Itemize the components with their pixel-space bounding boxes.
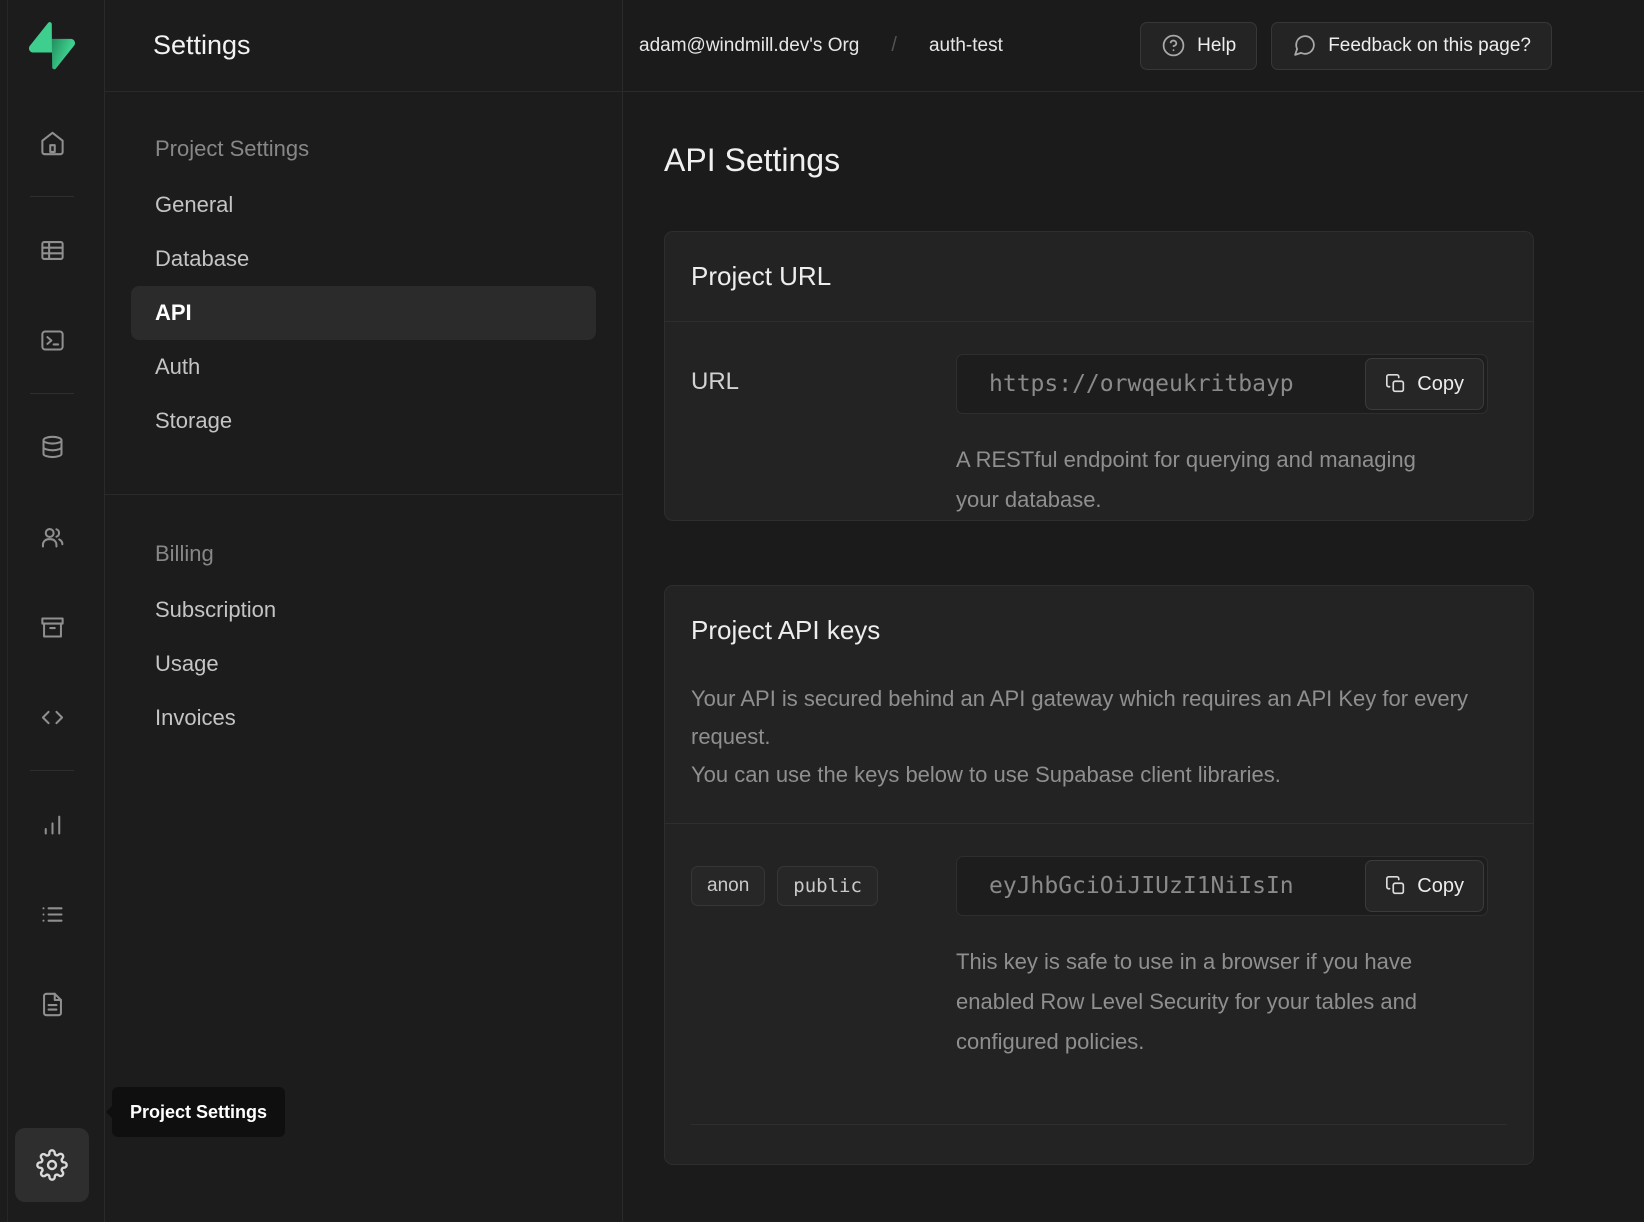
api-settings-content: API Settings Project URL URL https://orw… xyxy=(623,92,1644,1165)
project-settings-tooltip: Project Settings xyxy=(112,1087,285,1137)
anon-key-row: anon public eyJhbGciOiJIUzI1NiIsIn Copy xyxy=(691,856,1507,1124)
rail-divider xyxy=(30,196,74,197)
feedback-button[interactable]: Feedback on this page? xyxy=(1271,22,1552,70)
settings-nav: Project Settings General Database API Au… xyxy=(105,92,622,745)
nav-item-auth[interactable]: Auth xyxy=(131,340,596,394)
sidebar-sql-editor-button[interactable] xyxy=(29,317,75,363)
anon-key-input-wrap: eyJhbGciOiJIUzI1NiIsIn Copy xyxy=(956,856,1488,916)
sidebar-edge-functions-button[interactable] xyxy=(29,694,75,740)
sidebar-database-button[interactable] xyxy=(29,424,75,470)
main-header: adam@windmill.dev's Org / auth-test Help… xyxy=(623,0,1644,92)
supabase-logo[interactable] xyxy=(29,22,75,70)
project-api-keys-card: Project API keys Your API is secured beh… xyxy=(664,585,1534,1165)
project-url-card-title: Project URL xyxy=(691,261,1507,292)
rail-divider xyxy=(30,770,74,771)
reports-icon xyxy=(39,811,66,838)
breadcrumb-separator: / xyxy=(891,34,897,57)
copy-url-label: Copy xyxy=(1417,373,1464,396)
tooltip-label: Project Settings xyxy=(130,1102,267,1123)
supabase-bolt-icon xyxy=(29,22,75,70)
copy-url-button[interactable]: Copy xyxy=(1365,358,1484,410)
table-editor-icon xyxy=(39,237,66,264)
public-badge: public xyxy=(777,866,878,906)
project-url-card-body: URL https://orwqeukritbayp Copy A RESTfu… xyxy=(665,322,1533,520)
sql-editor-icon xyxy=(39,327,66,354)
nav-item-api[interactable]: API xyxy=(131,286,596,340)
sidebar-project-settings-button[interactable] xyxy=(15,1128,89,1202)
sidebar-storage-button[interactable] xyxy=(29,604,75,650)
breadcrumb: adam@windmill.dev's Org / auth-test xyxy=(639,34,1003,57)
logs-icon xyxy=(39,901,66,928)
settings-panel-header: Settings xyxy=(105,0,622,92)
help-circle-icon xyxy=(1161,33,1186,58)
nav-item-storage[interactable]: Storage xyxy=(131,394,596,448)
sidebar-reports-button[interactable] xyxy=(29,801,75,847)
nav-item-invoices[interactable]: Invoices xyxy=(131,691,596,745)
url-input-wrap: https://orwqeukritbayp Copy xyxy=(956,354,1488,414)
breadcrumb-project[interactable]: auth-test xyxy=(929,35,1003,57)
url-description: A RESTful endpoint for querying and mana… xyxy=(956,440,1426,520)
breadcrumb-org[interactable]: adam@windmill.dev's Org xyxy=(639,35,859,57)
settings-gear-icon xyxy=(36,1149,68,1181)
anon-key-badges: anon public xyxy=(691,856,956,906)
nav-section-header: Project Settings xyxy=(131,136,596,162)
sidebar-api-docs-button[interactable] xyxy=(29,981,75,1027)
copy-anon-key-button[interactable]: Copy xyxy=(1365,860,1484,912)
settings-panel-title: Settings xyxy=(153,30,251,61)
help-button-label: Help xyxy=(1197,35,1236,57)
project-url-card-header: Project URL xyxy=(665,232,1533,322)
message-bubble-icon xyxy=(1292,33,1317,58)
auth-users-icon xyxy=(39,524,66,551)
sidebar-home-button[interactable] xyxy=(29,120,75,166)
api-keys-card-header: Project API keys Your API is secured beh… xyxy=(665,586,1533,824)
project-url-card: Project URL URL https://orwqeukritbayp C… xyxy=(664,231,1534,521)
url-row-value: https://orwqeukritbayp Copy A RESTful en… xyxy=(956,354,1488,520)
sidebar-table-editor-button[interactable] xyxy=(29,227,75,273)
main-area: adam@windmill.dev's Org / auth-test Help… xyxy=(623,0,1644,1222)
nav-item-subscription[interactable]: Subscription xyxy=(131,583,596,637)
home-icon xyxy=(39,130,66,157)
anon-badge: anon xyxy=(691,866,765,906)
nav-section-project-settings: Project Settings General Database API Au… xyxy=(131,136,596,448)
url-row-label: URL xyxy=(691,354,956,396)
nav-item-database[interactable]: Database xyxy=(131,232,596,286)
settings-nav-panel: Settings Project Settings General Databa… xyxy=(105,0,623,1222)
help-button[interactable]: Help xyxy=(1140,22,1257,70)
api-keys-card-description: Your API is secured behind an API gatewa… xyxy=(691,680,1491,794)
url-row: URL https://orwqeukritbayp Copy A RESTfu… xyxy=(691,354,1507,520)
sidebar-logs-button[interactable] xyxy=(29,891,75,937)
nav-section-billing: Billing Subscription Usage Invoices xyxy=(131,495,596,745)
anon-key-description: This key is safe to use in a browser if … xyxy=(956,942,1426,1062)
api-keys-row-divider xyxy=(691,1124,1507,1164)
api-docs-icon xyxy=(39,991,66,1018)
sidebar-auth-button[interactable] xyxy=(29,514,75,560)
app-root: Project Settings Settings Project Settin… xyxy=(0,0,1644,1222)
rail-divider xyxy=(30,393,74,394)
nav-item-general[interactable]: General xyxy=(131,178,596,232)
api-keys-card-title: Project API keys xyxy=(691,615,1507,646)
api-keys-card-body: anon public eyJhbGciOiJIUzI1NiIsIn Copy xyxy=(665,824,1533,1164)
icon-rail-sidebar: Project Settings xyxy=(0,0,105,1222)
nav-section-header: Billing xyxy=(131,541,596,567)
storage-icon xyxy=(39,614,66,641)
copy-anon-key-label: Copy xyxy=(1417,875,1464,898)
page-title: API Settings xyxy=(664,142,1534,179)
api-keys-description-line2: You can use the keys below to use Supaba… xyxy=(691,756,1491,794)
database-icon xyxy=(39,434,66,461)
api-keys-description-line1: Your API is secured behind an API gatewa… xyxy=(691,680,1491,756)
copy-icon xyxy=(1385,373,1407,395)
nav-item-usage[interactable]: Usage xyxy=(131,637,596,691)
anon-key-value: eyJhbGciOiJIUzI1NiIsIn Copy This key is … xyxy=(956,856,1488,1062)
feedback-button-label: Feedback on this page? xyxy=(1328,35,1531,57)
copy-icon xyxy=(1385,875,1407,897)
edge-functions-icon xyxy=(39,704,66,731)
header-actions: Help Feedback on this page? xyxy=(1140,22,1552,70)
